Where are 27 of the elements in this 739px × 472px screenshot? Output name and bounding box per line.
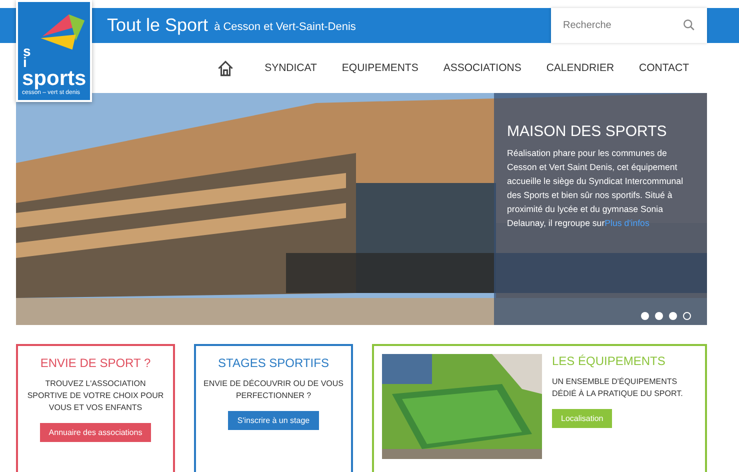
card-text: UN ENSEMBLE D'ÉQUIPEMENTS DÉDIÉ À LA PRATIQUE DU SPORT. bbox=[552, 376, 684, 400]
logo-wordmark: sports bbox=[22, 68, 86, 90]
search-field[interactable]: Recherche bbox=[551, 8, 707, 43]
slide-title: MAISON DES SPORTS bbox=[507, 123, 668, 140]
logo-letter: s bbox=[23, 46, 31, 57]
card-title: ENVIE DE SPORT ? bbox=[39, 356, 152, 370]
nav-link[interactable]: SYNDICAT bbox=[264, 62, 317, 74]
card-title: LES ÉQUIPEMENTS bbox=[552, 354, 666, 368]
nav-link[interactable]: EQUIPEMENTS bbox=[342, 62, 418, 74]
nav-link[interactable]: CONTACT bbox=[639, 62, 689, 74]
search-icon[interactable] bbox=[683, 19, 695, 31]
slide-dot[interactable] bbox=[655, 312, 663, 320]
logo-letter: i bbox=[23, 57, 27, 68]
slide-dot[interactable] bbox=[669, 312, 677, 320]
nav-link[interactable]: CALENDRIER bbox=[546, 62, 614, 74]
card-button[interactable]: S'inscrire à un stage bbox=[228, 411, 319, 430]
site-subtitle: à Cesson et Vert-Saint-Denis bbox=[214, 21, 356, 33]
home-icon[interactable] bbox=[216, 60, 234, 76]
card-text: TROUVEZ L'ASSOCIATION SPORTIVE DE VOTRE CHOIX POUR VOUS ET VOS ENFANTS bbox=[26, 378, 165, 414]
site-title: Tout le Sport bbox=[107, 15, 208, 36]
slide-dot[interactable] bbox=[683, 312, 691, 320]
card-text: ENVIE DE DÉCOUVRIR OU DE VOUS PERFECTIONNER ? bbox=[202, 378, 345, 402]
card-title: STAGES SPORTIFS bbox=[217, 356, 330, 370]
slide-text: Réalisation phare pour les communes de Cesson et Vert Saint Denis, cet équipement accueille le siège du Syndicat Intercommunal des Sports et bien sûr nos sportifs. Situé à proximité du lycée et du gymnase Sonia Delaunay, il regroupe surPlus d'infos bbox=[507, 147, 684, 230]
nav-link[interactable]: ASSOCIATIONS bbox=[443, 62, 522, 74]
card-button[interactable]: Annuaire des associations bbox=[40, 423, 152, 442]
slide-dot[interactable] bbox=[641, 312, 649, 320]
